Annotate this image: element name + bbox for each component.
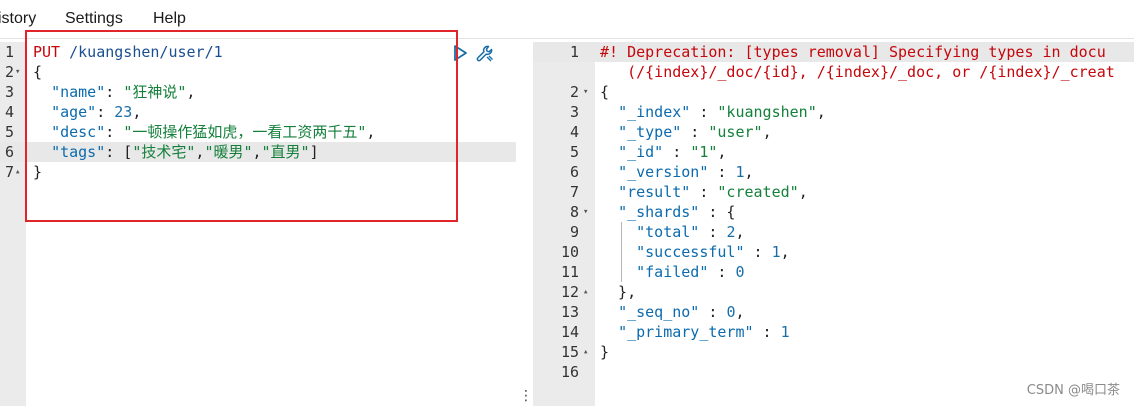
response-line[interactable]: 12 ▴ },	[533, 282, 1134, 302]
line-number: 14	[560, 323, 579, 341]
code-text: PUT /kuangshen/user/1	[33, 43, 223, 61]
menu-help[interactable]: Help	[153, 10, 186, 28]
line-number: 15	[560, 343, 579, 361]
line-number: 9	[569, 223, 579, 241]
code-text: {	[600, 83, 610, 101]
menu-history[interactable]: istory	[0, 10, 36, 28]
response-line[interactable]: 3 "_index" : "kuangshen",	[533, 102, 1134, 122]
code-text: },	[600, 283, 637, 301]
line-number: 3	[569, 103, 579, 121]
line-number: 8	[569, 203, 579, 221]
code-text: "age": 23,	[51, 103, 142, 121]
code-text: #! Deprecation: [types removal] Specifyi…	[600, 43, 1106, 61]
fold-arrow-up-icon[interactable]: ▴	[583, 342, 588, 362]
fold-arrow-down-icon[interactable]: ▾	[15, 62, 20, 82]
response-line[interactable]: 13 "_seq_no" : 0,	[533, 302, 1134, 322]
menu-settings[interactable]: Settings	[65, 10, 123, 28]
code-text: {	[33, 63, 43, 81]
indent-guide	[621, 222, 622, 282]
response-line[interactable]: 1 #! Deprecation: [types removal] Specify…	[533, 42, 1134, 62]
request-line[interactable]: 5 "desc": "一顿操作猛如虎，一看工资两千五",	[0, 122, 516, 142]
play-icon[interactable]	[451, 44, 469, 62]
fold-arrow-up-icon[interactable]: ▴	[583, 282, 588, 302]
line-number: 7	[569, 183, 579, 201]
vertical-ellipsis-icon[interactable]: ⋮	[519, 388, 533, 404]
line-number: 1	[4, 43, 14, 61]
code-text: "tags": ["技术宅","暖男","直男"]	[51, 143, 319, 161]
response-viewer: 1 #! Deprecation: [types removal] Specify…	[533, 42, 1134, 406]
line-number: 2	[4, 63, 14, 81]
code-text: "_primary_term" : 1	[618, 323, 790, 341]
code-text: "_index" : "kuangshen",	[618, 103, 826, 121]
code-text: }	[600, 343, 610, 361]
code-text: }	[33, 163, 43, 181]
menu-bar: istory Settings Help	[0, 0, 1134, 39]
line-number: 4	[569, 123, 579, 141]
response-line[interactable]: 2 ▾ {	[533, 82, 1134, 102]
line-number: 4	[4, 103, 14, 121]
response-line[interactable]: 10 "successful" : 1,	[533, 242, 1134, 262]
response-line[interactable]: 7 "result" : "created",	[533, 182, 1134, 202]
line-number: 5	[4, 123, 14, 141]
code-text: "_id" : "1",	[618, 143, 727, 161]
line-number: 6	[569, 163, 579, 181]
pane-divider[interactable]	[516, 42, 533, 406]
code-text: (/{index}/_doc/{id}, /{index}/_doc, or /…	[600, 63, 1115, 81]
response-line[interactable]: 4 "_type" : "user",	[533, 122, 1134, 142]
line-number: 10	[560, 243, 579, 261]
line-number: 3	[4, 83, 14, 101]
fold-arrow-up-icon[interactable]: ▴	[15, 162, 20, 182]
response-line[interactable]: 6 "_version" : 1,	[533, 162, 1134, 182]
line-number: 12	[560, 283, 579, 301]
request-line[interactable]: 3 "name": "狂神说",	[0, 82, 516, 102]
line-number: 5	[569, 143, 579, 161]
line-number: 7	[4, 163, 14, 181]
code-text: "result" : "created",	[618, 183, 808, 201]
request-line[interactable]: 1 PUT /kuangshen/user/1	[0, 42, 516, 62]
code-text: "successful" : 1,	[636, 243, 790, 261]
response-line[interactable]: 9 "total" : 2,	[533, 222, 1134, 242]
response-line[interactable]: 5 "_id" : "1",	[533, 142, 1134, 162]
code-text: "_version" : 1,	[618, 163, 754, 181]
line-number: 16	[560, 363, 579, 381]
watermark: CSDN @喝口茶	[1026, 383, 1120, 398]
code-text: "name": "狂神说",	[51, 83, 196, 101]
line-number: 13	[560, 303, 579, 321]
line-number: 2	[569, 83, 579, 101]
code-text: "_seq_no" : 0,	[618, 303, 745, 321]
request-line[interactable]: 4 "age": 23,	[0, 102, 516, 122]
code-text: "_type" : "user",	[618, 123, 772, 141]
response-line[interactable]: (/{index}/_doc/{id}, /{index}/_doc, or /…	[533, 62, 1134, 82]
line-number: 1	[569, 43, 579, 61]
request-line[interactable]: 7 ▴}	[0, 162, 516, 182]
request-editor[interactable]: 1 PUT /kuangshen/user/1 2 ▾ {3 "name": "狂神说"…	[0, 42, 516, 406]
response-line[interactable]: 15 ▴}	[533, 342, 1134, 362]
line-number: 6	[4, 143, 14, 161]
line-number: 11	[560, 263, 579, 281]
response-line[interactable]: 8 ▾ "_shards" : {	[533, 202, 1134, 222]
code-text: "desc": "一顿操作猛如虎，一看工资两千五",	[51, 123, 376, 141]
response-line[interactable]: 11 "failed" : 0	[533, 262, 1134, 282]
code-text: "_shards" : {	[618, 203, 736, 221]
fold-arrow-down-icon[interactable]: ▾	[583, 82, 588, 102]
request-line[interactable]: 2 ▾ {	[0, 62, 516, 82]
fold-arrow-down-icon[interactable]: ▾	[583, 202, 588, 222]
response-line[interactable]: 14 "_primary_term" : 1	[533, 322, 1134, 342]
request-line[interactable]: 6 "tags": ["技术宅","暖男","直男"]	[0, 142, 516, 162]
wrench-icon[interactable]	[475, 44, 495, 64]
